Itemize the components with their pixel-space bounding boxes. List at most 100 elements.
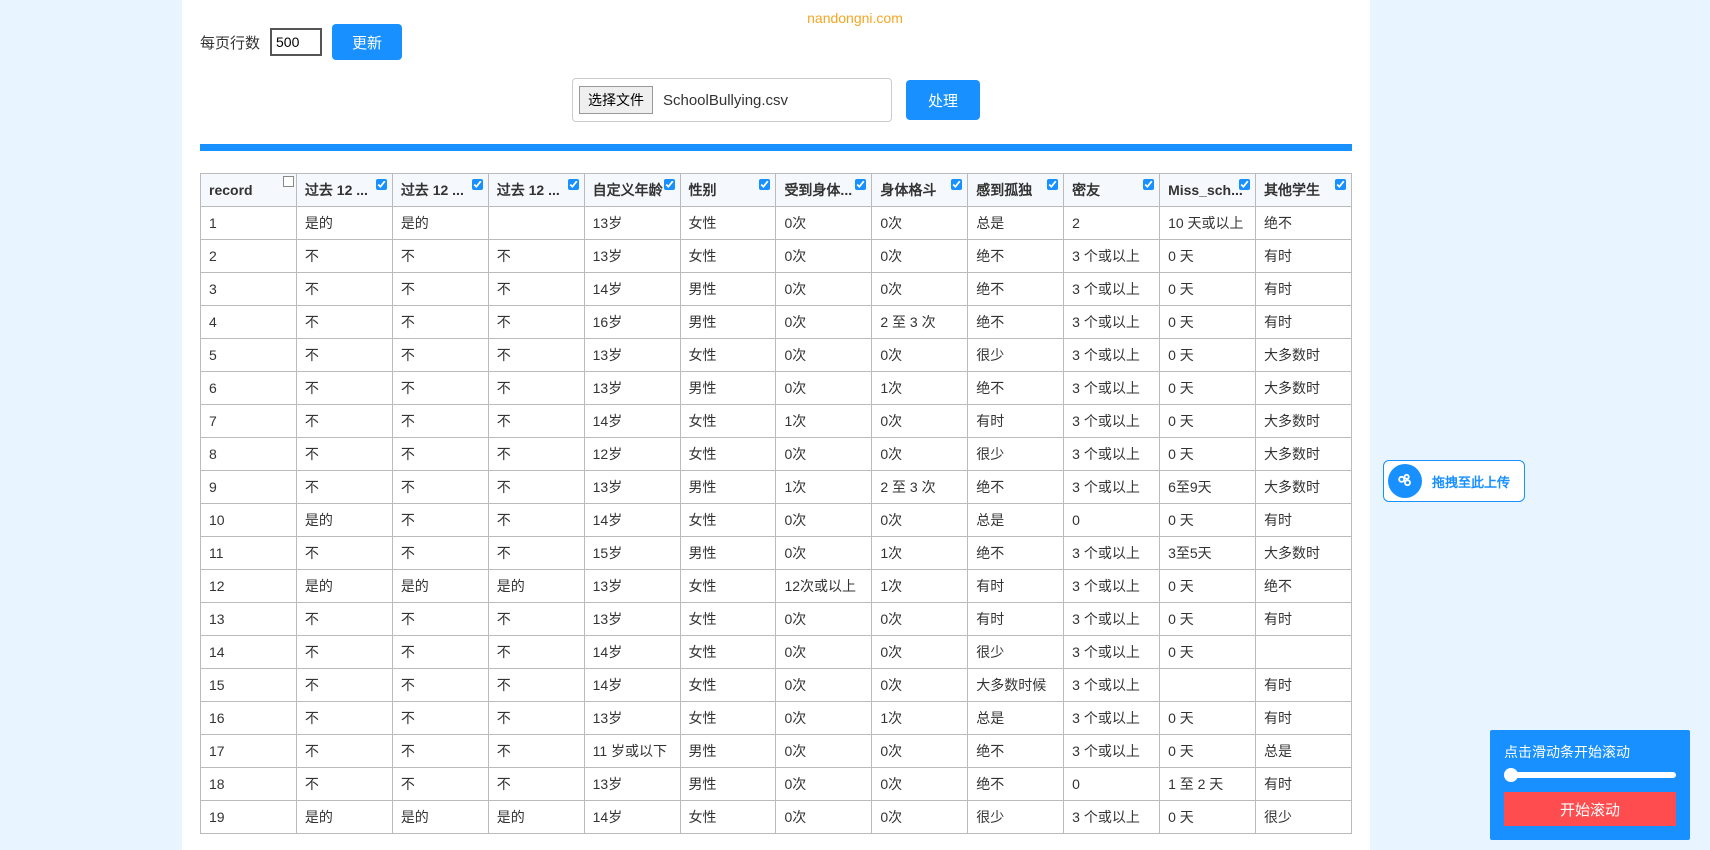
table-cell[interactable]: 不: [392, 372, 488, 405]
table-cell[interactable]: 2 至 3 次: [872, 306, 968, 339]
table-cell[interactable]: 男性: [680, 537, 776, 570]
table-cell[interactable]: 2: [201, 240, 297, 273]
table-cell[interactable]: 大多数时: [1255, 438, 1351, 471]
table-cell[interactable]: 3 个或以上: [1064, 537, 1160, 570]
table-cell[interactable]: 0次: [776, 504, 872, 537]
table-cell[interactable]: 13岁: [584, 768, 680, 801]
table-cell[interactable]: 3 个或以上: [1064, 669, 1160, 702]
table-cell[interactable]: 0 天: [1160, 735, 1256, 768]
table-cell[interactable]: 3 个或以上: [1064, 603, 1160, 636]
table-cell[interactable]: 不: [296, 438, 392, 471]
table-cell[interactable]: 有时: [1255, 273, 1351, 306]
column-header[interactable]: Miss_sch...: [1160, 174, 1256, 207]
table-cell[interactable]: 很少: [968, 438, 1064, 471]
table-cell[interactable]: 13岁: [584, 339, 680, 372]
table-cell[interactable]: 15: [201, 669, 297, 702]
table-cell[interactable]: 绝不: [968, 372, 1064, 405]
table-cell[interactable]: 有时: [968, 405, 1064, 438]
table-cell[interactable]: 11: [201, 537, 297, 570]
column-checkbox[interactable]: [568, 179, 579, 190]
column-checkbox[interactable]: [1239, 179, 1250, 190]
table-cell[interactable]: 3 个或以上: [1064, 801, 1160, 834]
table-cell[interactable]: 12次或以上: [776, 570, 872, 603]
table-cell[interactable]: 0次: [872, 603, 968, 636]
table-cell[interactable]: 男性: [680, 768, 776, 801]
table-cell[interactable]: 1次: [776, 471, 872, 504]
table-cell[interactable]: 1次: [872, 372, 968, 405]
choose-file-button[interactable]: 选择文件: [579, 86, 653, 114]
table-cell[interactable]: 0次: [776, 768, 872, 801]
column-header[interactable]: 过去 12 ...: [296, 174, 392, 207]
table-cell[interactable]: 总是: [1255, 735, 1351, 768]
table-cell[interactable]: 是的: [392, 801, 488, 834]
table-cell[interactable]: 16: [201, 702, 297, 735]
table-cell[interactable]: 是的: [488, 570, 584, 603]
table-cell[interactable]: 不: [488, 273, 584, 306]
table-cell[interactable]: 不: [488, 636, 584, 669]
column-checkbox[interactable]: [1047, 179, 1058, 190]
table-cell[interactable]: 男性: [680, 306, 776, 339]
table-cell[interactable]: 3 个或以上: [1064, 636, 1160, 669]
table-cell[interactable]: 1次: [872, 570, 968, 603]
column-checkbox[interactable]: [376, 179, 387, 190]
table-cell[interactable]: 很少: [968, 339, 1064, 372]
table-cell[interactable]: 不: [488, 768, 584, 801]
table-cell[interactable]: 不: [488, 702, 584, 735]
table-cell[interactable]: 是的: [488, 801, 584, 834]
table-cell[interactable]: 不: [488, 339, 584, 372]
table-cell[interactable]: 女性: [680, 702, 776, 735]
table-cell[interactable]: 0次: [776, 339, 872, 372]
table-cell[interactable]: 14岁: [584, 405, 680, 438]
table-cell[interactable]: 绝不: [968, 471, 1064, 504]
table-cell[interactable]: 不: [488, 504, 584, 537]
table-cell[interactable]: 不: [488, 306, 584, 339]
table-cell[interactable]: 不: [392, 438, 488, 471]
table-cell[interactable]: 0次: [872, 669, 968, 702]
table-cell[interactable]: 0 天: [1160, 570, 1256, 603]
table-cell[interactable]: 13岁: [584, 372, 680, 405]
table-cell[interactable]: 不: [392, 273, 488, 306]
table-cell[interactable]: 3 个或以上: [1064, 240, 1160, 273]
table-cell[interactable]: 3 个或以上: [1064, 405, 1160, 438]
table-cell[interactable]: 女性: [680, 339, 776, 372]
table-cell[interactable]: 有时: [1255, 768, 1351, 801]
table-cell[interactable]: 3 个或以上: [1064, 306, 1160, 339]
table-cell[interactable]: 2 至 3 次: [872, 471, 968, 504]
table-cell[interactable]: 0次: [776, 801, 872, 834]
table-cell[interactable]: 不: [392, 603, 488, 636]
table-cell[interactable]: 不: [392, 537, 488, 570]
table-cell[interactable]: 13岁: [584, 471, 680, 504]
table-cell[interactable]: 0次: [872, 405, 968, 438]
table-cell[interactable]: 0次: [776, 207, 872, 240]
table-cell[interactable]: 是的: [296, 801, 392, 834]
column-checkbox[interactable]: [283, 176, 294, 187]
drag-upload-widget[interactable]: 拖拽至此上传: [1383, 460, 1525, 502]
table-cell[interactable]: 不: [392, 702, 488, 735]
table-cell[interactable]: 12: [201, 570, 297, 603]
table-cell[interactable]: 有时: [1255, 702, 1351, 735]
table-cell[interactable]: 女性: [680, 405, 776, 438]
table-cell[interactable]: 大多数时: [1255, 405, 1351, 438]
column-checkbox[interactable]: [664, 179, 675, 190]
table-cell[interactable]: 是的: [296, 207, 392, 240]
table-cell[interactable]: 很少: [968, 636, 1064, 669]
table-cell[interactable]: 总是: [968, 504, 1064, 537]
table-cell[interactable]: 不: [296, 405, 392, 438]
table-cell[interactable]: 很少: [1255, 801, 1351, 834]
table-cell[interactable]: 男性: [680, 735, 776, 768]
table-cell[interactable]: 0 天: [1160, 603, 1256, 636]
table-cell[interactable]: 3 个或以上: [1064, 570, 1160, 603]
table-cell[interactable]: 不: [488, 735, 584, 768]
table-cell[interactable]: 女性: [680, 570, 776, 603]
table-cell[interactable]: 不: [392, 471, 488, 504]
table-cell[interactable]: 1次: [776, 405, 872, 438]
table-cell[interactable]: 13岁: [584, 702, 680, 735]
column-header[interactable]: 密友: [1064, 174, 1160, 207]
table-cell[interactable]: 7: [201, 405, 297, 438]
table-cell[interactable]: 0 天: [1160, 372, 1256, 405]
table-cell[interactable]: 绝不: [968, 768, 1064, 801]
table-cell[interactable]: 总是: [968, 207, 1064, 240]
table-cell[interactable]: 0次: [776, 636, 872, 669]
table-cell[interactable]: 0 天: [1160, 405, 1256, 438]
table-cell[interactable]: 0 天: [1160, 702, 1256, 735]
